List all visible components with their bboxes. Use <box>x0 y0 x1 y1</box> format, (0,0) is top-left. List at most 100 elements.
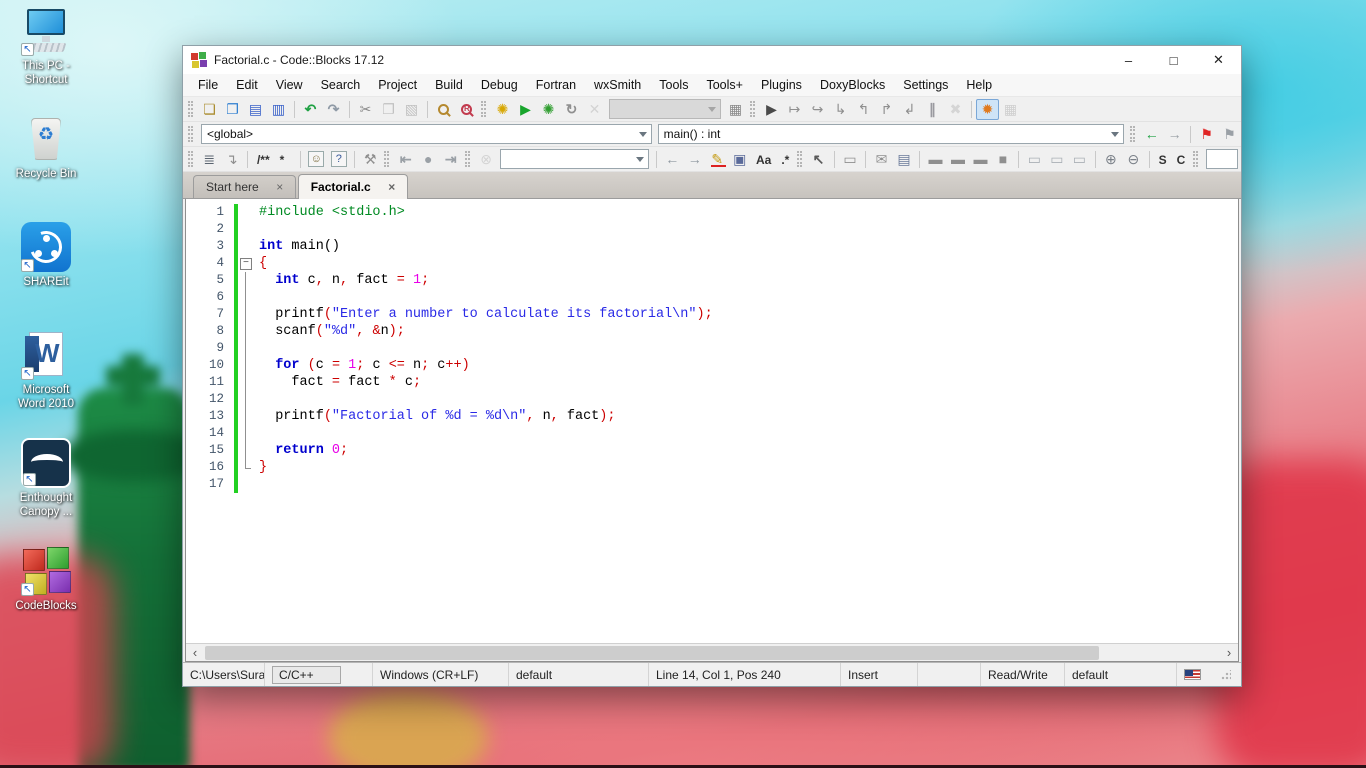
menu-tools[interactable]: Tools <box>650 75 697 95</box>
mini-input[interactable] <box>1206 149 1237 169</box>
menu-plugins[interactable]: Plugins <box>752 75 811 95</box>
menu-project[interactable]: Project <box>369 75 426 95</box>
align-bottom-tool-icon[interactable]: ▬ <box>969 149 992 170</box>
scrollbar-thumb[interactable] <box>205 646 1099 660</box>
chevron-down-icon[interactable] <box>635 125 651 143</box>
build-icon[interactable]: ✺ <box>491 99 514 120</box>
mail-tool-icon[interactable]: ✉ <box>870 149 893 170</box>
previous-result-icon[interactable]: ← <box>661 149 684 170</box>
highlight-occurrences-icon[interactable]: ✎ <box>706 149 729 170</box>
fill-panel-tool-icon[interactable]: ■ <box>992 149 1015 170</box>
step-into-icon[interactable]: ↳ <box>829 99 852 120</box>
chevron-down-icon[interactable] <box>632 150 648 168</box>
chevron-down-icon[interactable] <box>704 100 720 118</box>
scrollbar-track[interactable] <box>204 644 1220 661</box>
expand-tool-icon[interactable]: ▭ <box>1023 149 1046 170</box>
menu-tools[interactable]: Tools+ <box>697 75 751 95</box>
menu-fortran[interactable]: Fortran <box>527 75 585 95</box>
toolbar-grip[interactable] <box>384 151 389 167</box>
browse-forward-icon[interactable]: → <box>1163 124 1186 145</box>
menu-wxsmith[interactable]: wxSmith <box>585 75 650 95</box>
toolbar-grip[interactable] <box>481 101 486 117</box>
redo-icon[interactable]: ↷ <box>322 99 345 120</box>
title-bar[interactable]: Factorial.c - Code::Blocks 17.12 – □ ✕ <box>183 46 1241 74</box>
scope-filter[interactable]: <global> <box>201 124 652 144</box>
toolbar-grip[interactable] <box>188 126 193 142</box>
cut-icon[interactable]: ✂ <box>354 99 377 120</box>
fold-margin[interactable] <box>238 255 253 272</box>
block-comment-button[interactable]: /** <box>252 149 275 170</box>
step-out-icon[interactable]: ↰ <box>852 99 875 120</box>
incremental-search-input[interactable] <box>500 149 649 169</box>
current-change-icon[interactable]: ● <box>417 149 440 170</box>
menu-settings[interactable]: Settings <box>894 75 957 95</box>
undo-icon[interactable]: ↶ <box>299 99 322 120</box>
align-middle-tool-icon[interactable]: ▬ <box>947 149 970 170</box>
set-browse-mark-icon[interactable]: ⚑ <box>1195 124 1218 145</box>
zoom-in-icon[interactable]: ⊕ <box>1100 149 1123 170</box>
desktop-icon-codeblocks[interactable]: ↖CodeBlocks <box>2 546 90 647</box>
scroll-right-arrow[interactable]: › <box>1220 644 1238 662</box>
tab-factorial-c[interactable]: Factorial.c× <box>298 174 408 199</box>
menu-debug[interactable]: Debug <box>472 75 527 95</box>
horizontal-scrollbar[interactable]: ‹ › <box>186 643 1238 661</box>
menu-build[interactable]: Build <box>426 75 472 95</box>
toolbar-grip[interactable] <box>750 101 755 117</box>
desktop-icon-this-pc-shortcut[interactable]: ↖This PC -Shortcut <box>2 6 90 107</box>
desktop-icon-enthought-canopy[interactable]: ↖EnthoughtCanopy ... <box>2 438 90 539</box>
toolbar-grip[interactable] <box>188 101 193 117</box>
run-icon[interactable]: ▶ <box>514 99 537 120</box>
toolbar-grip[interactable] <box>188 151 193 167</box>
minimize-button[interactable]: – <box>1106 46 1151 74</box>
menu-help[interactable]: Help <box>957 75 1001 95</box>
clear-browse-marks-icon[interactable]: ⚑ <box>1218 124 1241 145</box>
step-into-instruction-icon[interactable]: ↲ <box>898 99 921 120</box>
next-line-icon[interactable]: ↪ <box>806 99 829 120</box>
tab-close-icon[interactable]: × <box>385 180 399 194</box>
desktop-icon-shareit[interactable]: ↖SHAREit <box>2 222 90 323</box>
browse-back-icon[interactable]: ← <box>1140 124 1163 145</box>
save-file-icon[interactable]: ▤ <box>244 99 267 120</box>
debugging-windows-icon[interactable]: ✹ <box>976 99 999 120</box>
code-editor[interactable]: 1#include <stdio.h>23int main()4{5 int c… <box>186 199 1238 643</box>
tab-start-here[interactable]: Start here× <box>193 175 296 198</box>
doxywizard-icon[interactable]: ☺ <box>305 149 328 170</box>
break-debugger-icon[interactable]: ∥ <box>921 99 944 120</box>
menu-search[interactable]: Search <box>312 75 370 95</box>
maximize-button[interactable]: □ <box>1151 46 1196 74</box>
doxygen-help-icon[interactable]: ? <box>328 149 351 170</box>
align-top-tool-icon[interactable]: ▬ <box>924 149 947 170</box>
selected-text-option-icon[interactable]: ▣ <box>728 149 751 170</box>
close-button[interactable]: ✕ <box>1196 46 1241 74</box>
save-all-files-icon[interactable]: ▥ <box>267 99 290 120</box>
doxyblocks-settings-icon[interactable]: ⚒ <box>359 149 382 170</box>
frame-tool-icon[interactable]: ▭ <box>839 149 862 170</box>
chevron-down-icon[interactable] <box>1107 125 1123 143</box>
goto-next-change-icon[interactable]: ⇥ <box>439 149 462 170</box>
toolbar-grip[interactable] <box>797 151 802 167</box>
match-case-button[interactable]: Aa <box>751 149 776 170</box>
extract-documentation-icon[interactable]: ≣ <box>198 149 221 170</box>
resize-grip-icon[interactable] <box>1221 670 1231 680</box>
spell-check-c-button[interactable]: C <box>1172 149 1191 170</box>
next-instruction-icon[interactable]: ↱ <box>875 99 898 120</box>
menu-doxyblocks[interactable]: DoxyBlocks <box>811 75 894 95</box>
run-doxygen-icon[interactable]: ↴ <box>220 149 243 170</box>
shrink-tool-icon[interactable]: ▭ <box>1046 149 1069 170</box>
menu-view[interactable]: View <box>267 75 312 95</box>
spell-check-s-button[interactable]: S <box>1154 149 1172 170</box>
compiler-messages-icon[interactable]: ▦ <box>724 99 747 120</box>
goto-previous-change-icon[interactable]: ⇤ <box>394 149 417 170</box>
desktop-icon-microsoft-word[interactable]: W↖MicrosoftWord 2010 <box>2 330 90 431</box>
replace-icon[interactable]: R <box>455 99 478 120</box>
next-result-icon[interactable]: → <box>683 149 706 170</box>
toolbar-grip[interactable] <box>465 151 470 167</box>
menu-edit[interactable]: Edit <box>227 75 267 95</box>
find-icon[interactable] <box>432 99 455 120</box>
toolbar-grip[interactable] <box>1130 126 1135 142</box>
run-to-cursor-icon[interactable]: ↦ <box>783 99 806 120</box>
scroll-left-arrow[interactable]: ‹ <box>186 644 204 662</box>
zoom-out-icon[interactable]: ⊖ <box>1122 149 1145 170</box>
rebuild-icon[interactable]: ↻ <box>560 99 583 120</box>
open-file-icon[interactable]: ❐ <box>221 99 244 120</box>
